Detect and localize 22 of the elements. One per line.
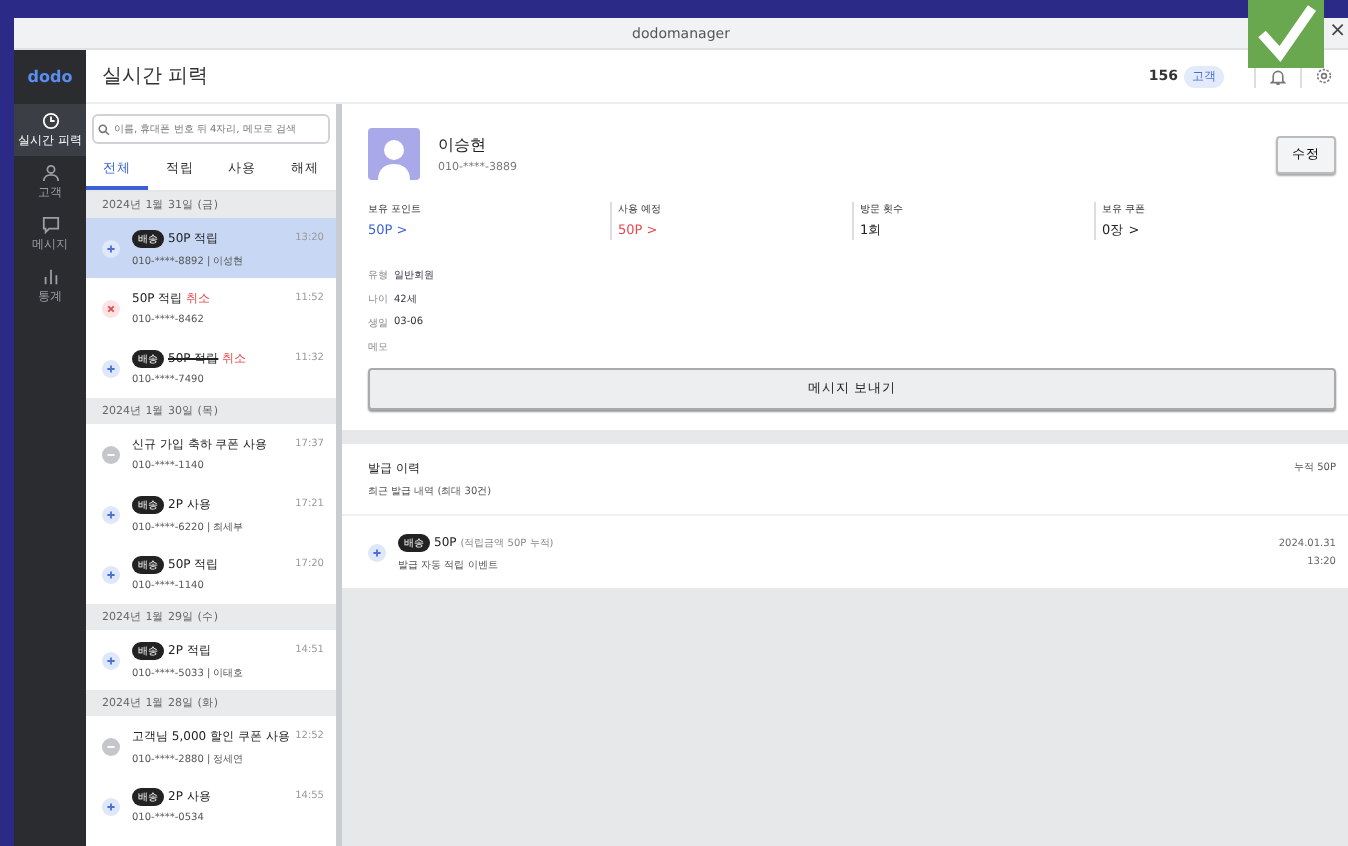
- minus-circle-icon: [102, 445, 120, 463]
- avatar-icon: [368, 128, 420, 180]
- plus-circle-icon: [102, 651, 120, 669]
- plus-circle-icon: [102, 505, 120, 523]
- bell-icon[interactable]: [1270, 67, 1286, 85]
- bar-chart-icon: [41, 267, 59, 285]
- minus-circle-icon: [102, 737, 120, 755]
- close-button[interactable]: ×: [1329, 20, 1346, 44]
- logo: dodo: [25, 66, 75, 90]
- clock-icon: [41, 111, 59, 129]
- page-title: 실시간 피력: [102, 64, 211, 90]
- plus-circle-icon: [102, 797, 120, 815]
- settings-icon[interactable]: [1316, 68, 1332, 84]
- person-icon: [41, 163, 59, 181]
- message-icon: [41, 215, 59, 233]
- cancel-circle-icon: [102, 299, 120, 317]
- customer-name: 이승현: [438, 134, 488, 156]
- plus-circle-icon: [102, 239, 120, 257]
- plus-circle-icon: [102, 565, 120, 583]
- plus-circle-icon: [368, 544, 386, 562]
- plus-circle-icon: [102, 359, 120, 377]
- search-icon: [98, 123, 110, 135]
